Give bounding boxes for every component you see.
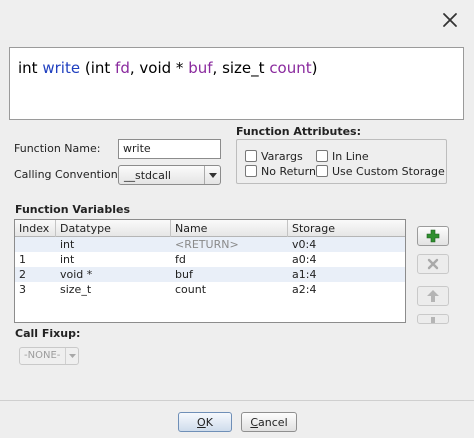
cell-datatype: void * [60, 268, 93, 281]
signature-param-name: buf [188, 59, 213, 77]
column-header-name[interactable]: Name [171, 220, 288, 237]
varargs-checkbox[interactable] [245, 150, 257, 162]
close-icon[interactable] [440, 10, 460, 30]
ok-mnemonic: O [197, 416, 206, 429]
custom-storage-label: Use Custom Storage [332, 165, 445, 178]
cell-name: <RETURN> [175, 238, 239, 251]
move-up-button[interactable] [417, 286, 449, 306]
function-name-input[interactable]: write [118, 139, 221, 159]
function-variables-title: Function Variables [15, 203, 131, 216]
inline-checkbox[interactable] [316, 150, 328, 162]
cancel-mnemonic: C [250, 416, 259, 429]
cell-index: 2 [19, 268, 26, 281]
call-fixup-title: Call Fixup: [15, 327, 81, 340]
function-variables-table[interactable]: Index Datatype Name Storage int <RETURN>… [14, 219, 406, 323]
chevron-down-icon [65, 348, 78, 364]
cell-index: 3 [19, 283, 26, 296]
signature-param-name: fd [115, 59, 130, 77]
table-row[interactable]: 1 int fd a0:4 [15, 252, 405, 267]
column-header-index[interactable]: Index [15, 220, 56, 237]
add-variable-button[interactable] [417, 226, 449, 246]
inline-label: In Line [332, 150, 369, 163]
chevron-down-icon [204, 166, 220, 184]
signature-param-name: count [269, 59, 312, 77]
title-bar [0, 0, 474, 40]
ok-button[interactable]: OK [178, 412, 232, 432]
call-fixup-value: -NONE- [24, 350, 61, 361]
cancel-button[interactable]: Cancel [241, 412, 297, 432]
varargs-label: Varargs [261, 150, 303, 163]
signature-return-type: int [18, 59, 38, 77]
calling-convention-value: __stdcall [124, 169, 171, 182]
function-attributes-title: Function Attributes: [236, 125, 361, 138]
function-name-label: Function Name: [14, 142, 101, 155]
call-fixup-select[interactable]: -NONE- [19, 347, 79, 365]
cell-name: count [175, 283, 207, 296]
signature-param-type: void * [139, 59, 184, 77]
down-arrow-icon [431, 317, 435, 323]
x-icon [427, 258, 439, 270]
cell-datatype: int [60, 253, 75, 266]
signature-param-type: int [90, 59, 111, 77]
no-return-label: No Return [261, 165, 316, 178]
table-row[interactable]: int <RETURN> v0:4 [15, 237, 405, 252]
signature-param-type: size_t [222, 59, 265, 77]
calling-convention-label: Calling Convention [14, 168, 118, 181]
move-down-button[interactable] [417, 314, 449, 324]
signature-close-paren: ) [311, 59, 318, 77]
cancel-label-rest: ancel [258, 416, 288, 429]
table-row[interactable]: 3 size_t count a2:4 [15, 282, 405, 297]
calling-convention-select[interactable]: __stdcall [118, 165, 221, 185]
column-header-datatype[interactable]: Datatype [56, 220, 171, 237]
plus-icon [426, 229, 440, 243]
signature-function-name: write [42, 59, 81, 77]
up-arrow-icon [427, 290, 439, 302]
custom-storage-checkbox[interactable] [316, 165, 328, 177]
column-header-storage[interactable]: Storage [288, 220, 405, 237]
cell-storage: v0:4 [292, 238, 317, 251]
cell-storage: a2:4 [292, 283, 317, 296]
signature-editor[interactable]: int write (int fd, void * buf, size_t co… [9, 47, 464, 120]
cell-storage: a0:4 [292, 253, 317, 266]
cell-datatype: size_t [60, 283, 92, 296]
table-row[interactable]: 2 void * buf a1:4 [15, 267, 405, 282]
no-return-checkbox[interactable] [245, 165, 257, 177]
cell-name: buf [175, 268, 193, 281]
cell-storage: a1:4 [292, 268, 317, 281]
table-header: Index Datatype Name Storage [15, 220, 405, 237]
cell-name: fd [175, 253, 186, 266]
ok-label-rest: K [205, 416, 213, 429]
cell-datatype: int [60, 238, 75, 251]
remove-variable-button[interactable] [417, 254, 449, 274]
footer-separator [0, 400, 474, 401]
cell-index: 1 [19, 253, 26, 266]
